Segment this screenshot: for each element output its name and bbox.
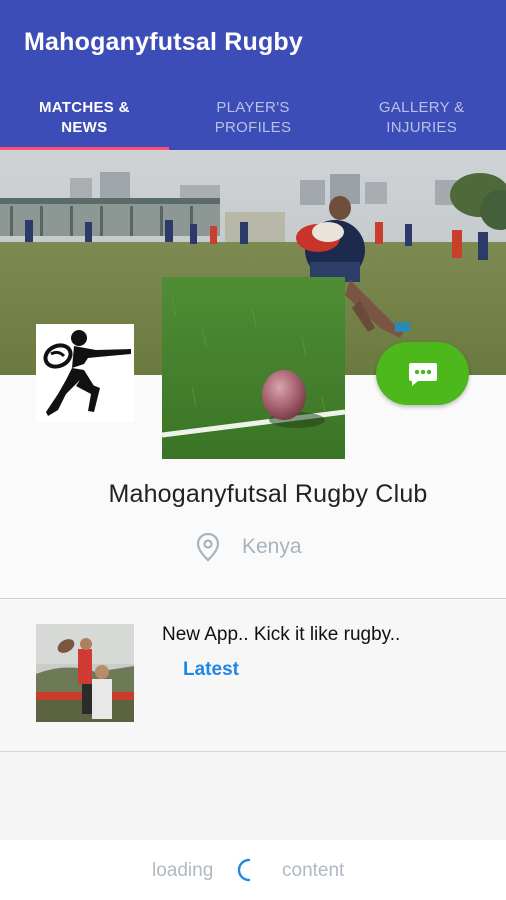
app-title: Mahoganyfutsal Rugby: [24, 28, 304, 56]
news-title[interactable]: New App.. Kick it like rugby..: [162, 624, 400, 646]
news-thumbnail-image: [36, 624, 134, 722]
tab-label-line2: INJURIES: [386, 119, 458, 136]
tab-label-line2: NEWS: [61, 119, 108, 136]
rugby-ball-photo: [162, 277, 345, 459]
club-name: Mahoganyfutsal Rugby Club: [108, 480, 428, 508]
news-tag-link[interactable]: Latest: [183, 659, 239, 681]
club-location: Kenya: [196, 532, 302, 562]
news-thumbnail[interactable]: [36, 624, 134, 722]
tab-matches-news[interactable]: MATCHES & NEWS: [0, 90, 169, 150]
loading-label: loading: [152, 860, 214, 881]
tab-label-line1: GALLERY &: [378, 99, 465, 116]
tab-gallery-injuries[interactable]: GALLERY & INJURIES: [337, 90, 506, 150]
divider: [0, 751, 506, 752]
tab-label-line2: PROFILES: [214, 119, 292, 136]
chat-bubble-icon: [408, 362, 437, 386]
location-text: Kenya: [242, 535, 302, 558]
club-photo: [162, 277, 345, 459]
location-pin-icon: [196, 532, 220, 562]
rugby-player-logo-icon: [36, 324, 134, 422]
content-label: content: [282, 860, 345, 881]
loading-spinner-icon: [237, 858, 251, 882]
tab-players-profiles[interactable]: PLAYER'S PROFILES: [169, 90, 338, 150]
tab-bar: MATCHES & NEWS PLAYER'S PROFILES GALLERY &…: [0, 90, 506, 150]
club-logo: [36, 324, 134, 422]
tab-label-line1: MATCHES &: [38, 99, 130, 116]
chat-button[interactable]: [376, 342, 469, 405]
tab-label-line1: PLAYER'S: [216, 99, 290, 116]
app-bar: Mahoganyfutsal Rugby MATCHES & NEWS PLAYE…: [0, 0, 506, 150]
